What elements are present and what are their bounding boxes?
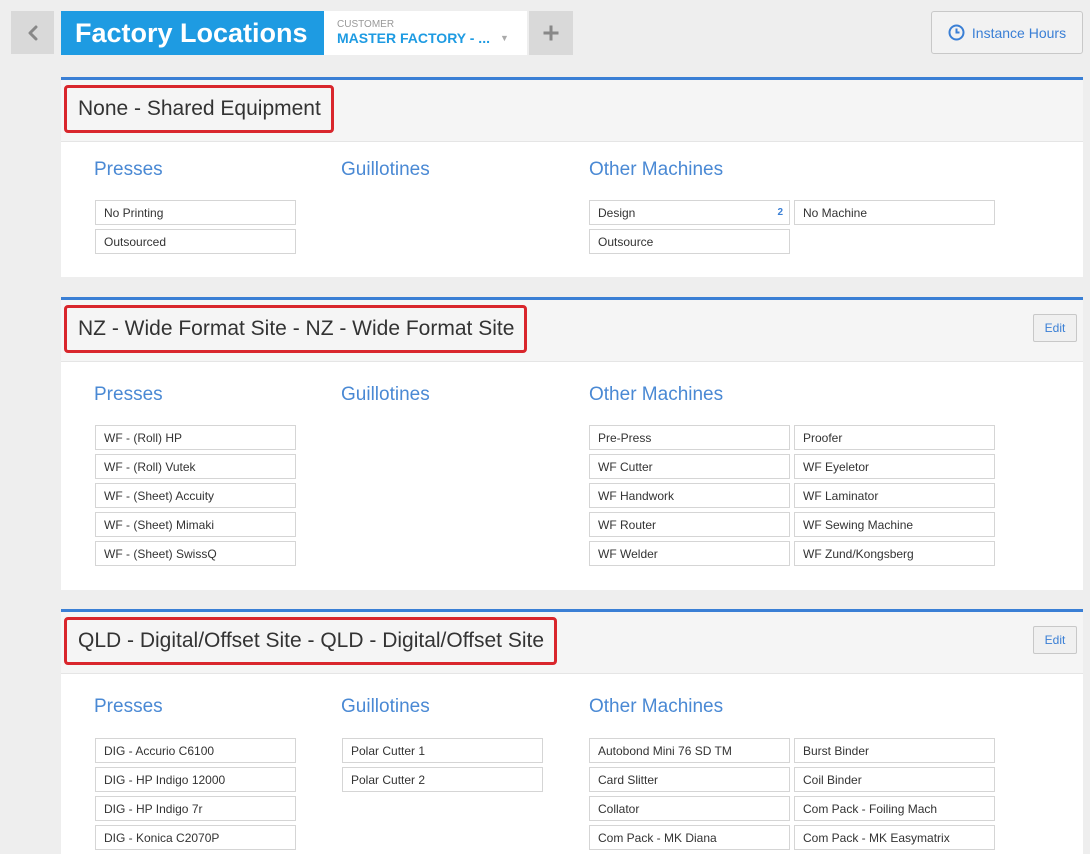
machine-item[interactable]: Pre-Press bbox=[589, 425, 790, 450]
guillotines-heading: Guillotines bbox=[341, 696, 430, 717]
count-badge: 2 bbox=[777, 207, 783, 218]
machine-item[interactable]: WF Sewing Machine bbox=[794, 512, 995, 537]
presses-heading: Presses bbox=[94, 384, 163, 405]
presses-heading: Presses bbox=[94, 696, 163, 717]
machine-item[interactable]: WF Welder bbox=[589, 541, 790, 566]
add-button[interactable] bbox=[529, 11, 573, 55]
press-item[interactable]: Outsourced bbox=[95, 229, 296, 254]
other-machines-heading: Other Machines bbox=[589, 696, 724, 717]
machine-item[interactable]: Burst Binder bbox=[794, 738, 995, 763]
machine-item[interactable]: No Machine bbox=[794, 200, 995, 225]
site-panel: NZ - Wide Format Site - NZ - Wide Format… bbox=[61, 297, 1083, 590]
guillotines-heading: Guillotines bbox=[341, 159, 430, 180]
machine-item[interactable]: Outsource bbox=[589, 229, 790, 254]
machine-item[interactable]: Collator bbox=[589, 796, 790, 821]
machine-item[interactable]: WF Cutter bbox=[589, 454, 790, 479]
press-item[interactable]: DIG - Accurio C6100 bbox=[95, 738, 296, 763]
press-item[interactable]: WF - (Sheet) SwissQ bbox=[95, 541, 296, 566]
machine-item[interactable]: Autobond Mini 76 SD TM bbox=[589, 738, 790, 763]
top-bar: Factory Locations CUSTOMER MASTER FACTOR… bbox=[0, 0, 1090, 70]
customer-value-row: MASTER FACTORY - ... ▼ bbox=[337, 30, 527, 46]
edit-button[interactable]: Edit bbox=[1033, 314, 1077, 342]
site-panel: QLD - Digital/Offset Site - QLD - Digita… bbox=[61, 609, 1083, 854]
guillotines-heading: Guillotines bbox=[341, 384, 430, 405]
page-title: Factory Locations bbox=[61, 11, 324, 55]
machine-item[interactable]: Com Pack - Foiling Mach bbox=[794, 796, 995, 821]
guillotine-item[interactable]: Polar Cutter 1 bbox=[342, 738, 543, 763]
instance-hours-button[interactable]: Instance Hours bbox=[931, 11, 1083, 54]
site-header: None - Shared Equipment bbox=[61, 80, 1083, 142]
press-item[interactable]: DIG - HP Indigo 12000 bbox=[95, 767, 296, 792]
caret-down-icon: ▼ bbox=[499, 33, 509, 43]
other-machines-heading: Other Machines bbox=[589, 159, 724, 180]
press-item[interactable]: WF - (Roll) HP bbox=[95, 425, 296, 450]
site-panel: None - Shared Equipment Presses Guilloti… bbox=[61, 77, 1083, 277]
machine-item[interactable]: Com Pack - MK Diana bbox=[589, 825, 790, 850]
machine-item[interactable]: WF Zund/Kongsberg bbox=[794, 541, 995, 566]
press-item[interactable]: No Printing bbox=[95, 200, 296, 225]
customer-label: CUSTOMER bbox=[337, 19, 395, 30]
machine-item[interactable]: WF Eyeletor bbox=[794, 454, 995, 479]
site-header: NZ - Wide Format Site - NZ - Wide Format… bbox=[61, 300, 1083, 362]
press-item[interactable]: WF - (Sheet) Mimaki bbox=[95, 512, 296, 537]
site-title: NZ - Wide Format Site - NZ - Wide Format… bbox=[64, 305, 528, 353]
press-item[interactable]: WF - (Sheet) Accuity bbox=[95, 483, 296, 508]
press-item[interactable]: DIG - Konica C2070P bbox=[95, 825, 296, 850]
guillotine-item[interactable]: Polar Cutter 2 bbox=[342, 767, 543, 792]
machine-item[interactable]: Card Slitter bbox=[589, 767, 790, 792]
instance-hours-label: Instance Hours bbox=[971, 24, 1067, 41]
press-item[interactable]: WF - (Roll) Vutek bbox=[95, 454, 296, 479]
presses-heading: Presses bbox=[94, 159, 163, 180]
site-header: QLD - Digital/Offset Site - QLD - Digita… bbox=[61, 612, 1083, 674]
machine-item[interactable]: Proofer bbox=[794, 425, 995, 450]
chevron-left-icon bbox=[28, 25, 37, 40]
site-title: None - Shared Equipment bbox=[64, 85, 334, 133]
machine-item[interactable]: WF Laminator bbox=[794, 483, 995, 508]
edit-button[interactable]: Edit bbox=[1033, 626, 1077, 654]
press-item[interactable]: DIG - HP Indigo 7r bbox=[95, 796, 296, 821]
customer-value: MASTER FACTORY - ... bbox=[337, 30, 490, 46]
customer-selector[interactable]: CUSTOMER MASTER FACTORY - ... ▼ bbox=[324, 11, 527, 55]
machine-item[interactable]: Com Pack - MK Easymatrix bbox=[794, 825, 995, 850]
other-machines-heading: Other Machines bbox=[589, 384, 724, 405]
back-button[interactable] bbox=[11, 11, 54, 54]
machine-item[interactable]: Design 2 bbox=[589, 200, 790, 225]
machine-item-label: Design bbox=[598, 205, 636, 220]
machine-item[interactable]: WF Handwork bbox=[589, 483, 790, 508]
clock-icon bbox=[948, 24, 965, 41]
machine-item[interactable]: Coil Binder bbox=[794, 767, 995, 792]
site-title: QLD - Digital/Offset Site - QLD - Digita… bbox=[64, 617, 558, 665]
plus-icon bbox=[543, 25, 559, 41]
machine-item[interactable]: WF Router bbox=[589, 512, 790, 537]
